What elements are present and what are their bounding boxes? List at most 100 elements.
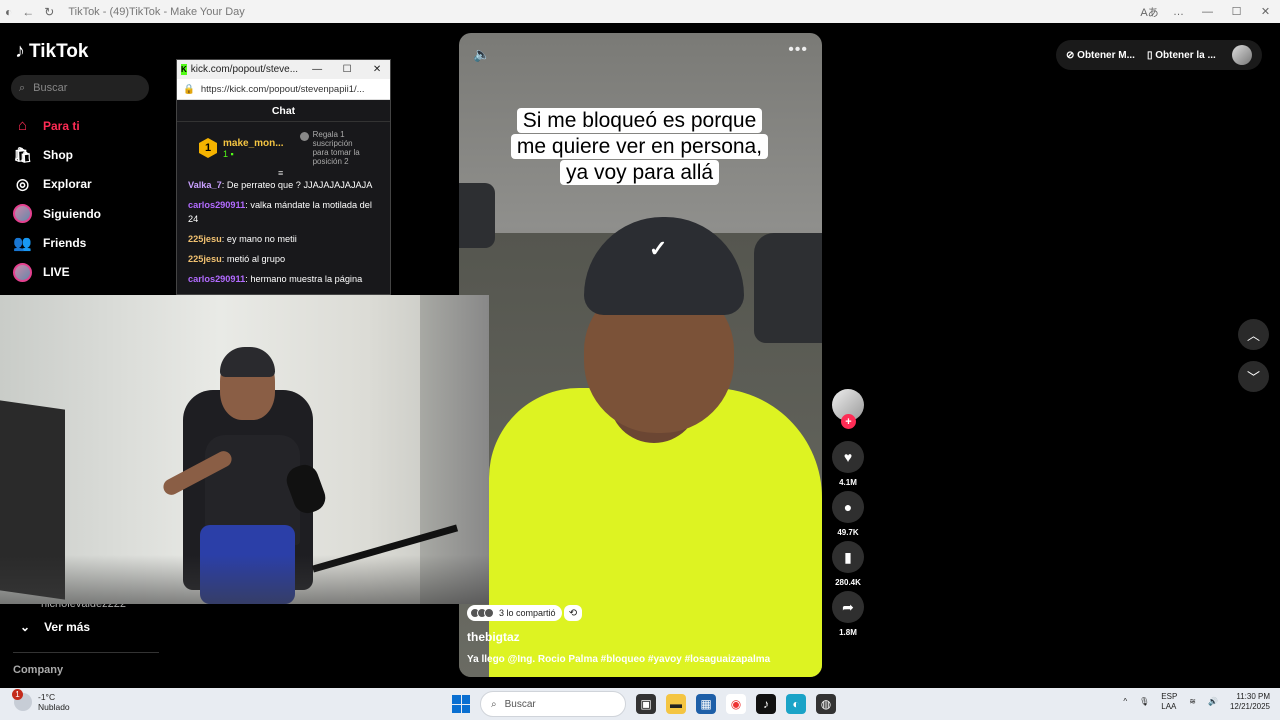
caption-line: Si me bloqueó es porque [516,108,763,133]
popout-url-bar[interactable]: 🔒 https://kick.com/popout/stevenpapii1/.… [177,79,390,100]
search-icon: ⌕ [491,698,497,710]
ver-mas-button[interactable]: ⌄ Ver más [20,620,90,634]
translate-icon[interactable]: Aあ [1135,4,1164,20]
account-avatar[interactable] [1232,45,1252,65]
popout-minimize-button[interactable]: — [302,64,332,75]
following-avatar-icon [13,204,32,224]
chat-message: carlos290911: valka mándate la motilada … [188,200,372,224]
chat-text: metió al grupo [226,254,286,264]
tiktok-app-icon[interactable]: ♪ [756,694,776,714]
taskbar-search[interactable]: ⌕ Buscar [480,691,626,717]
chat-message: carlos290911: hermano muestra la página [188,274,363,284]
share-arrow-icon[interactable]: ➦ [832,591,864,623]
chat-user[interactable]: 225jesu [188,254,222,264]
video-description: Ya llego @Ing. Rocio Palma #bloqueo #yav… [467,654,771,665]
ver-mas-label: Ver más [44,620,91,634]
tiktok-note-icon: ♪ [15,40,25,62]
reload-icon[interactable]: ↻ [44,5,54,19]
sidebar-item-shop[interactable]: 🛍 Shop [13,140,163,169]
chat-messages: Valka_7: De perrateo que ? JJAJAJAJAJAJA… [177,174,390,294]
weather-condition: Nublado [38,702,70,712]
video-username[interactable]: thebigtaz [467,630,520,644]
sidebar-item-friends[interactable]: 👥 Friends [13,228,163,257]
like-count: 4.1M [839,478,857,487]
save-count: 280.4K [835,578,861,587]
shared-avatars [470,608,494,618]
app-icon[interactable]: ◍ [816,694,836,714]
chat-user[interactable]: 225jesu [188,234,222,244]
comment-action[interactable]: ● 49.7K [832,491,864,537]
sidebar-item-siguiendo[interactable]: Siguiendo [13,199,163,228]
volume-icon[interactable]: 🔈 [473,46,490,63]
save-action[interactable]: ▮ 280.4K [832,541,864,587]
back-icon[interactable]: ← [22,5,34,19]
chevron-down-icon: ⌄ [20,620,31,634]
chat-user[interactable]: carlos290911 [188,200,245,210]
shop-bag-icon: 🛍 [12,146,33,164]
repost-icon[interactable]: ⟲ [564,605,582,621]
chevron-down-icon: ﹀ [1246,370,1260,385]
shared-badge[interactable]: 3 lo compartió [467,605,562,621]
next-video-button[interactable]: ﹀ [1238,361,1269,392]
expand-icon[interactable]: ≡ [278,168,283,178]
caption-line: me quiere ver en persona, [510,134,769,159]
heart-icon[interactable]: ♥ [832,441,864,473]
company-link[interactable]: Company [13,664,63,676]
search-input[interactable]: ⌕ Buscar [11,75,149,101]
get-app-button[interactable]: ▯ Obtener la ... [1147,50,1216,61]
speaker-icon[interactable]: 🔊 [1208,697,1218,707]
wifi-icon[interactable]: ≋ [1189,697,1196,707]
creator-avatar[interactable]: + [832,389,864,429]
tray-chevron-icon[interactable]: ^ [1123,697,1127,707]
video-caption-overlay: Si me bloqueó es porque me quiere ver en… [507,108,772,186]
lock-icon: 🔒 [183,83,195,95]
more-options-icon[interactable]: ••• [788,41,808,59]
clock-date: 12/21/2025 [1229,702,1270,711]
popout-maximize-button[interactable]: ☐ [332,64,362,75]
comment-icon[interactable]: ● [832,491,864,523]
friends-icon: 👥 [13,234,32,252]
video-player[interactable]: ✓ Si me bloqueó es porque me quiere ver … [459,33,822,677]
task-view-icon[interactable]: ▣ [636,694,656,714]
minimize-button[interactable]: — [1193,6,1222,18]
clock[interactable]: 11:30 PM 12/21/2025 [1230,692,1270,712]
microphone-icon[interactable]: 🎙 [1139,697,1149,707]
pinned-gifter[interactable]: 1 make_mon... 1 ▪ Regala 1 suscripción p… [177,122,390,178]
video-actions: + ♥ 4.1M ● 49.7K ▮ 280.4K ➦ 1.8M [832,389,864,641]
tiktok-logo[interactable]: ♪ TikTok [15,40,88,63]
start-button[interactable] [452,695,470,713]
window-title: TikTok - (49)TikTok - Make Your Day [68,5,245,18]
get-coins-button[interactable]: ⊘ Obtener M... [1066,50,1135,61]
header-actions: ⊘ Obtener M... ▯ Obtener la ... [1056,40,1262,70]
popout-titlebar: K kick.com/popout/steve... — ☐ ✕ [177,60,390,79]
kick-chat-popout: K kick.com/popout/steve... — ☐ ✕ 🔒 https… [176,59,391,295]
popout-close-button[interactable]: ✕ [362,64,390,75]
more-icon[interactable]: … [1164,6,1193,18]
chat-message: 225jesu: metió al grupo [188,254,286,264]
like-action[interactable]: ♥ 4.1M [832,441,864,487]
bookmark-icon[interactable]: ▮ [832,541,864,573]
chat-user[interactable]: Valka_7 [188,180,222,190]
share-count: 1.8M [839,628,857,637]
file-explorer-icon[interactable]: ▬ [666,694,686,714]
close-button[interactable]: ✕ [1251,5,1280,18]
store-icon[interactable]: ▦ [696,694,716,714]
maximize-button[interactable]: ☐ [1222,5,1251,18]
sidebar-item-para-ti[interactable]: ⌂ Para ti [13,111,163,140]
follow-plus-icon[interactable]: + [841,414,856,429]
sidebar-item-explorar[interactable]: ◎ Explorar [13,170,163,199]
previous-video-button[interactable]: ︿ [1238,319,1269,350]
edge-icon[interactable]: ◐ [786,694,806,714]
chat-message: 225jesu: ey mano no metii [188,234,297,244]
sidebar-item-live[interactable]: LIVE [13,257,163,286]
gift-count: 1 [223,148,229,159]
sidebar-item-label: LIVE [43,265,70,280]
chat-user[interactable]: carlos290911 [188,274,245,284]
sidebar-item-label: Explorar [43,177,92,192]
chrome-icon[interactable]: ◉ [726,694,746,714]
comment-count: 49.7K [837,528,859,537]
sidebar-item-label: Shop [43,147,73,162]
language-indicator[interactable]: ESP LAA [1161,692,1177,712]
share-action[interactable]: ➦ 1.8M [832,591,864,637]
weather-widget[interactable]: 1 -1°C Nublado [12,689,70,712]
